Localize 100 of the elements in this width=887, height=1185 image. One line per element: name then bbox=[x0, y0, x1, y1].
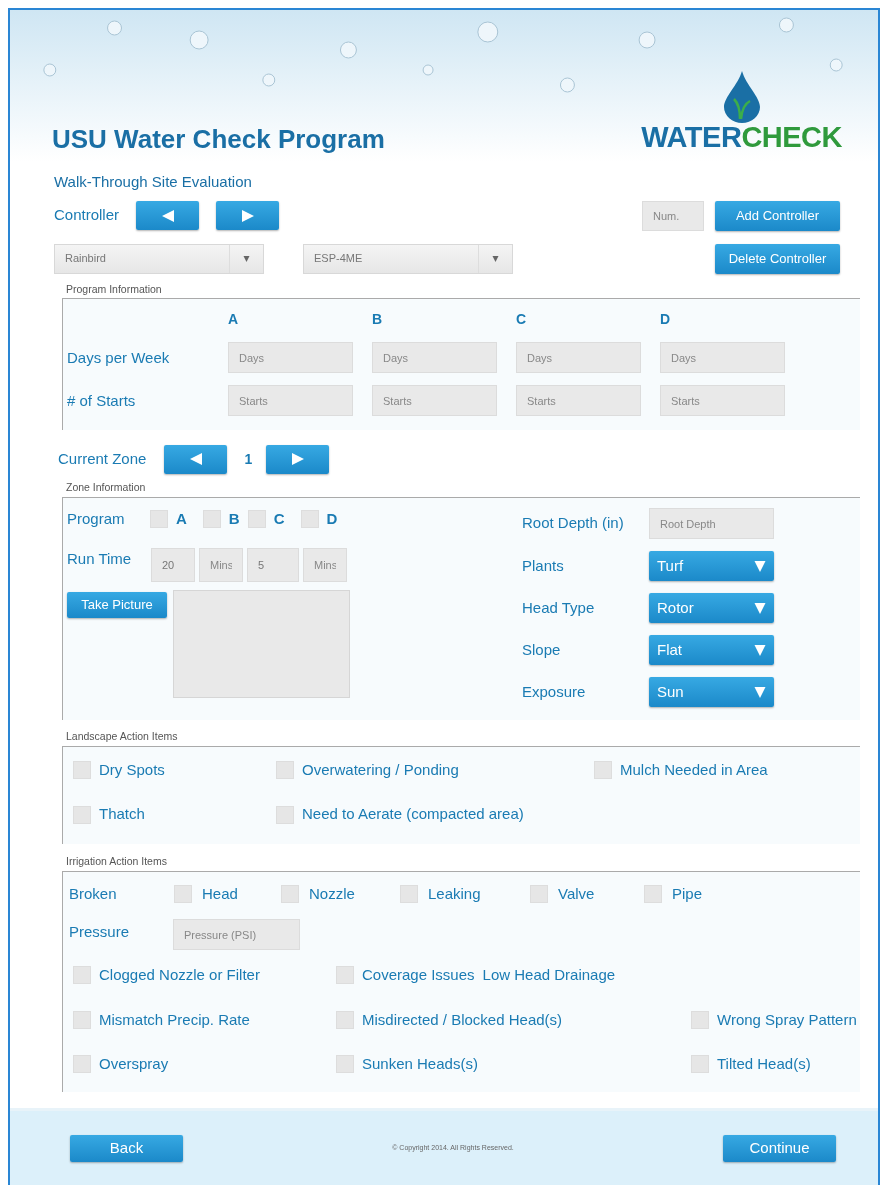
checkbox-label: Valve bbox=[558, 883, 595, 904]
checkbox-label: C bbox=[273, 508, 285, 529]
dropdown-button[interactable]: Flat bbox=[649, 635, 774, 665]
checkbox-label: Thatch bbox=[99, 804, 145, 825]
field-label: Pressure bbox=[69, 922, 131, 942]
delete-controller-button[interactable]: Delete Controller bbox=[715, 243, 840, 274]
dropdown[interactable]: Rainbird bbox=[54, 243, 264, 274]
left-arrow-icon bbox=[189, 453, 202, 466]
checkbox[interactable] bbox=[336, 1010, 354, 1029]
dropdown[interactable]: ESP-4ME bbox=[303, 243, 513, 274]
checkbox[interactable] bbox=[336, 966, 354, 985]
checkbox-label: Sunken Heads(s) bbox=[362, 1054, 478, 1074]
number-field[interactable]: Num. bbox=[642, 200, 704, 231]
take-picture-button[interactable]: Take Picture bbox=[67, 592, 167, 618]
section-label: Landscape Action Items bbox=[66, 729, 179, 744]
section-label: Zone Information bbox=[66, 480, 147, 496]
section-subtitle: Walk-Through Site Evaluation bbox=[54, 172, 253, 192]
caret-icon bbox=[492, 255, 499, 262]
left-arrow-icon bbox=[161, 209, 174, 222]
checkbox-label: D bbox=[326, 508, 338, 529]
checkbox[interactable] bbox=[73, 966, 91, 985]
checkbox[interactable] bbox=[73, 1055, 91, 1074]
dropdown-button[interactable]: Turf bbox=[649, 551, 774, 581]
input-field[interactable]: Days bbox=[660, 342, 785, 374]
next-button[interactable] bbox=[266, 444, 330, 474]
next-button[interactable] bbox=[216, 201, 280, 230]
input-field[interactable]: Starts bbox=[228, 385, 353, 417]
checkbox-label: Pipe bbox=[672, 883, 703, 904]
page-title: USU Water Check Program bbox=[52, 126, 385, 152]
checkbox[interactable] bbox=[276, 805, 294, 824]
checkbox[interactable] bbox=[530, 884, 548, 903]
dropdown-button[interactable]: Rotor bbox=[649, 593, 774, 623]
checkbox-label: Coverage Issues bbox=[362, 965, 475, 985]
caret-icon bbox=[754, 644, 766, 656]
zone-number: 1 bbox=[244, 449, 253, 469]
checkbox[interactable] bbox=[73, 1010, 91, 1029]
field-label: Controller bbox=[54, 205, 120, 226]
input-field[interactable]: 20 bbox=[151, 548, 195, 582]
checkbox[interactable] bbox=[300, 510, 319, 528]
continue-button[interactable]: Continue bbox=[723, 1134, 836, 1162]
previous-button[interactable] bbox=[164, 444, 228, 474]
column-heading: B bbox=[372, 310, 384, 330]
logo-wordmark: WATERCHECK bbox=[641, 123, 842, 152]
field-label: Low Head Drainage bbox=[482, 965, 616, 985]
back-button[interactable]: Back bbox=[70, 1134, 183, 1162]
checkbox[interactable] bbox=[691, 1055, 709, 1074]
row-label: Days per Week bbox=[67, 347, 171, 368]
checkbox[interactable] bbox=[281, 884, 299, 903]
checkbox[interactable] bbox=[247, 510, 266, 528]
previous-button[interactable] bbox=[136, 201, 200, 230]
column-heading: C bbox=[516, 310, 528, 330]
input-field[interactable]: Root Depth bbox=[649, 508, 774, 539]
input-field[interactable]: Pressure (PSI) bbox=[173, 919, 300, 950]
checkbox-label: Head bbox=[202, 883, 238, 904]
checkbox-label: Overwatering / Ponding bbox=[302, 759, 459, 780]
checkbox[interactable] bbox=[73, 805, 91, 824]
right-arrow-icon bbox=[241, 209, 254, 222]
field-label: Broken bbox=[69, 883, 118, 904]
checkbox-label: Leaking bbox=[428, 883, 481, 904]
input-field[interactable]: Mins bbox=[199, 548, 243, 582]
right-arrow-icon bbox=[291, 453, 304, 466]
caret-icon bbox=[754, 560, 766, 572]
field-label: Plants bbox=[522, 555, 565, 576]
checkbox[interactable] bbox=[336, 1055, 354, 1074]
checkbox-label: A bbox=[176, 508, 187, 529]
field-label: Program bbox=[67, 508, 126, 529]
field-label: Current Zone bbox=[58, 449, 147, 469]
checkbox[interactable] bbox=[400, 884, 418, 903]
input-field[interactable]: Starts bbox=[516, 385, 641, 417]
field-label: Run Time bbox=[67, 549, 133, 569]
row-label: # of Starts bbox=[67, 390, 137, 411]
input-field[interactable]: Starts bbox=[372, 385, 497, 417]
checkbox[interactable] bbox=[644, 884, 662, 903]
input-field[interactable]: Starts bbox=[660, 385, 785, 417]
checkbox-label: B bbox=[228, 508, 240, 529]
field-label: Root Depth (in) bbox=[522, 513, 625, 534]
add-controller-button[interactable]: Add Controller bbox=[715, 200, 840, 231]
checkbox[interactable] bbox=[594, 761, 612, 779]
checkbox[interactable] bbox=[276, 761, 294, 779]
dropdown-button[interactable]: Sun bbox=[649, 677, 774, 707]
checkbox-label: Need to Aerate (compacted area) bbox=[302, 804, 524, 825]
checkbox-label: Nozzle bbox=[309, 883, 355, 904]
checkbox[interactable] bbox=[691, 1010, 709, 1029]
input-field[interactable]: Days bbox=[372, 342, 497, 374]
caret-icon bbox=[754, 602, 766, 614]
checkbox[interactable] bbox=[73, 761, 91, 779]
checkbox[interactable] bbox=[202, 510, 221, 528]
caret-icon bbox=[243, 255, 250, 262]
input-field[interactable]: Mins bbox=[303, 548, 347, 582]
input-field[interactable]: 5 bbox=[247, 548, 299, 582]
caret-icon bbox=[754, 686, 766, 698]
checkbox-label: Dry Spots bbox=[99, 759, 165, 780]
input-field[interactable]: Days bbox=[516, 342, 641, 374]
checkbox[interactable] bbox=[174, 884, 192, 903]
field-label: Slope bbox=[522, 639, 562, 660]
checkbox[interactable] bbox=[150, 510, 168, 528]
checkbox-label: Mulch Needed in Area bbox=[620, 759, 768, 780]
checkbox-label: Mismatch Precip. Rate bbox=[99, 1009, 250, 1030]
input-field[interactable]: Days bbox=[228, 342, 353, 374]
checkbox-label: Clogged Nozzle or Filter bbox=[99, 965, 260, 985]
